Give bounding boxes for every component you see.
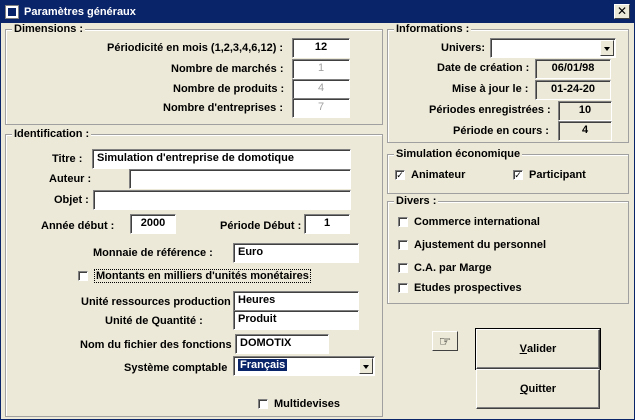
informations-title: Informations : <box>394 23 472 35</box>
pointing-hand-button[interactable]: ☞ <box>432 331 458 351</box>
auteur-input[interactable] <box>129 169 351 189</box>
monnaie-input[interactable]: Euro <box>233 243 359 263</box>
dimensions-title: Dimensions : <box>12 23 86 35</box>
entreprises-label: Nombre d'entreprises : <box>163 102 283 114</box>
valider-button[interactable]: Valider <box>475 328 601 370</box>
valider-mnemonic: V <box>519 343 527 355</box>
participant-checkbox-row[interactable]: ✓ Participant <box>513 169 586 181</box>
annee-label: Année début : <box>41 220 115 232</box>
unite-ressources-input[interactable]: Heures <box>233 291 359 311</box>
entreprises-input[interactable]: 7 <box>292 98 350 118</box>
annee-input[interactable]: 2000 <box>130 214 176 234</box>
app-icon <box>5 5 19 19</box>
title-bar[interactable]: Paramètres généraux ✕ <box>1 1 634 23</box>
date-creation-label: Date de création : <box>437 62 530 74</box>
chevron-down-icon[interactable] <box>600 40 614 56</box>
produits-label: Nombre de produits : <box>173 83 285 95</box>
animateur-checkbox[interactable]: ✓ <box>395 170 405 180</box>
chevron-down-icon[interactable] <box>359 358 373 374</box>
quitter-button[interactable]: Quitter <box>476 369 600 409</box>
window-title: Paramètres généraux <box>24 6 136 18</box>
univers-select[interactable] <box>490 38 616 58</box>
periodes-enregistrees-label: Périodes enregistrées : <box>429 104 551 116</box>
valider-label: alider <box>526 343 557 355</box>
periode-en-cours-label: Période en cours : <box>453 125 549 137</box>
divers-title: Divers : <box>394 195 439 207</box>
ajustement-checkbox[interactable] <box>398 240 408 250</box>
commerce-checkbox[interactable] <box>398 217 408 227</box>
divers-item-ajustement[interactable]: Ajustement du personnel <box>398 239 546 251</box>
divers-item-ca-marge[interactable]: C.A. par Marge <box>398 262 492 274</box>
close-button[interactable]: ✕ <box>614 4 630 19</box>
fichier-fonctions-label: Nom du fichier des fonctions : <box>80 339 239 351</box>
systeme-comptable-label: Système comptable <box>124 362 228 374</box>
marches-label: Nombre de marchés : <box>171 63 284 75</box>
mise-a-jour-label: Mise à jour le : <box>452 83 529 95</box>
milliers-label: Montants en milliers d'unités monétaires <box>94 269 311 283</box>
divers-item-etudes[interactable]: Etudes prospectives <box>398 282 522 294</box>
fichier-fonctions-input[interactable]: DOMOTIX <box>235 334 329 354</box>
multidevises-checkbox-row[interactable]: Multidevises <box>258 398 340 410</box>
univers-label: Univers: <box>441 42 486 54</box>
titre-input[interactable]: Simulation d'entreprise de domotique <box>92 149 351 169</box>
produits-input[interactable]: 4 <box>292 79 350 99</box>
periodicite-input[interactable]: 12 <box>292 38 350 58</box>
quitter-label: uitter <box>528 383 557 395</box>
animateur-checkbox-row[interactable]: ✓ Animateur <box>395 169 465 181</box>
periodes-enregistrees-value: 10 <box>558 101 612 121</box>
ca-marge-label: C.A. par Marge <box>414 262 492 274</box>
titre-label: Titre : <box>52 153 83 165</box>
periodicite-label: Périodicité en mois (1,2,3,4,6,12) : <box>107 42 284 54</box>
date-creation-value: 06/01/98 <box>535 59 611 79</box>
systeme-comptable-select[interactable]: Français <box>233 356 375 376</box>
divers-item-commerce[interactable]: Commerce international <box>398 216 540 228</box>
auteur-label: Auteur : <box>49 173 92 185</box>
ajustement-label: Ajustement du personnel <box>414 239 547 251</box>
unite-quantite-label: Unité de Quantité : <box>105 315 203 327</box>
systeme-comptable-value: Français <box>238 359 288 371</box>
milliers-checkbox[interactable] <box>78 271 88 281</box>
periode-debut-input[interactable]: 1 <box>304 214 350 234</box>
ca-marge-checkbox[interactable] <box>398 263 408 273</box>
pointing-hand-icon: ☞ <box>438 332 452 349</box>
multidevises-label: Multidevises <box>274 398 341 410</box>
commerce-label: Commerce international <box>414 216 540 228</box>
unite-quantite-input[interactable]: Produit <box>233 310 359 330</box>
periode-en-cours-value: 4 <box>558 121 612 141</box>
identification-title: Identification : <box>12 128 92 140</box>
unite-ressources-label: Unité ressources production : <box>81 296 238 308</box>
simulation-title: Simulation économique <box>394 148 523 160</box>
participant-label: Participant <box>529 169 586 181</box>
animateur-label: Animateur <box>411 169 466 181</box>
milliers-checkbox-row[interactable]: Montants en milliers d'unités monétaires <box>78 269 311 283</box>
objet-label: Objet : <box>54 194 89 206</box>
periode-debut-label: Période Début : <box>220 220 302 232</box>
multidevises-checkbox[interactable] <box>258 399 268 409</box>
marches-input[interactable]: 1 <box>292 59 350 79</box>
monnaie-label: Monnaie de référence : <box>93 247 213 259</box>
etudes-label: Etudes prospectives <box>414 282 522 294</box>
quitter-mnemonic: Q <box>519 383 529 395</box>
etudes-checkbox[interactable] <box>398 283 408 293</box>
mise-a-jour-value: 01-24-20 <box>535 80 611 100</box>
objet-input[interactable] <box>93 190 351 210</box>
parametres-generaux-dialog: Paramètres généraux ✕ Dimensions : Pério… <box>0 0 635 420</box>
participant-checkbox[interactable]: ✓ <box>513 170 523 180</box>
